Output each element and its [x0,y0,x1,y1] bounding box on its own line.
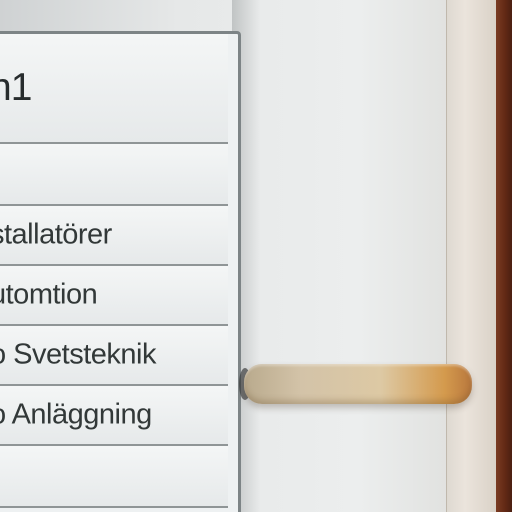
label-row-anlaggning: o Anläggning [0,386,228,446]
label-row-anlaggning-text: o Anläggning [0,398,152,431]
label-row-automation-text: utomtion [0,278,98,311]
label-row-svetsteknik-text: o Svetsteknik [0,338,156,371]
photographed-label-scene: n1 stallatörer utomtion o Svetsteknik o … [0,0,512,512]
wood-edge [496,0,512,512]
label-row-svetsteknik: o Svetsteknik [0,326,228,386]
wall-post [446,0,499,512]
label-row-automation: utomtion [0,266,228,326]
label-frame: n1 stallatörer utomtion o Svetsteknik o … [0,31,241,512]
label-row-empty-2 [0,446,228,508]
label-row-installatorer: stallatörer [0,206,228,266]
label-row-title-text: n1 [0,66,32,109]
label-row-installatorer-text: stallatörer [0,218,112,251]
wooden-peg [244,364,472,404]
label-row-title: n1 [0,34,228,144]
label-row-empty-1 [0,144,228,206]
